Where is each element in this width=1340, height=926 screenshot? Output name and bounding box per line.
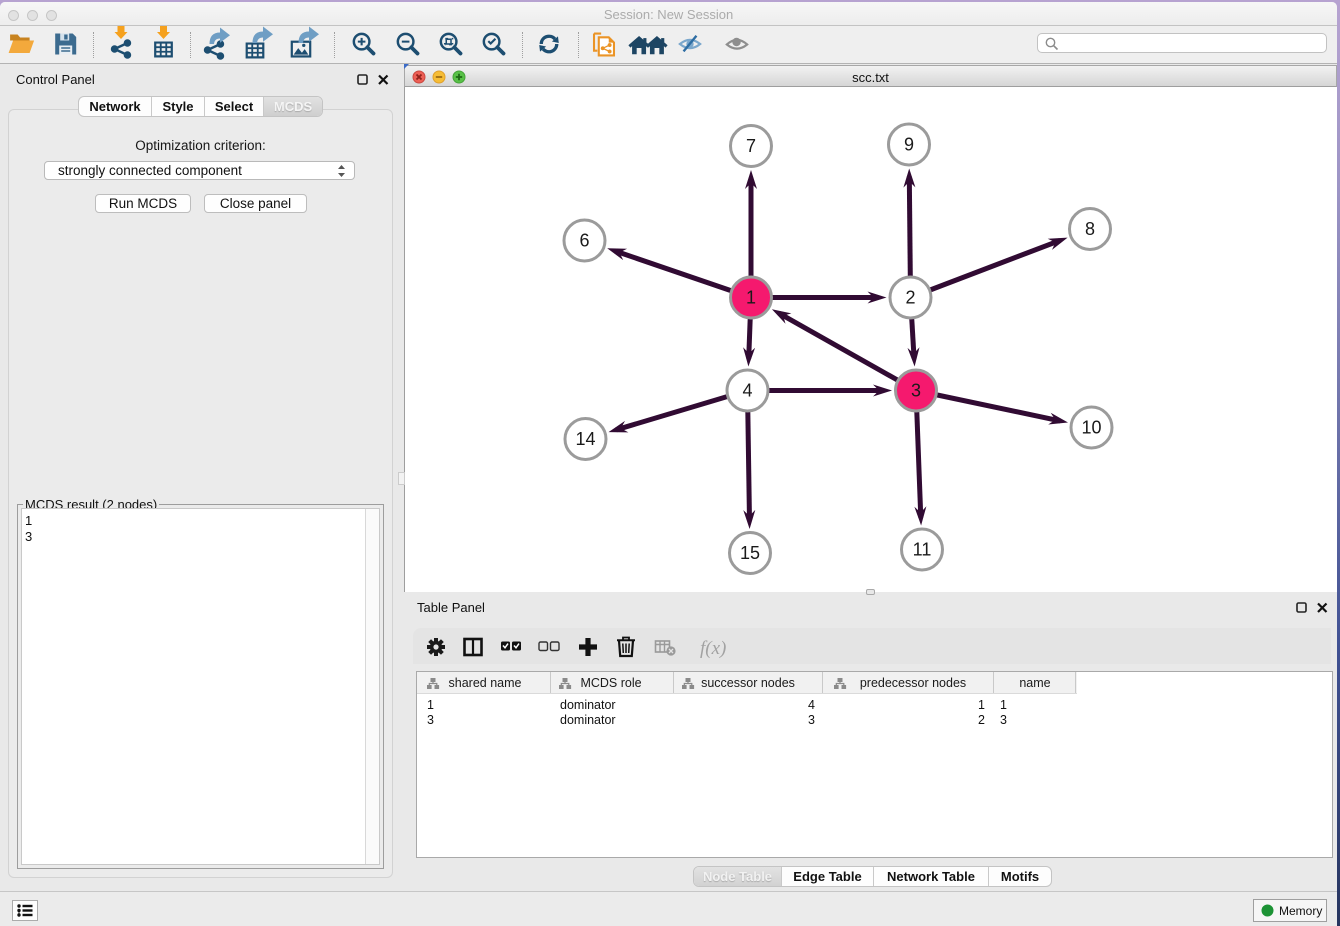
svg-text:15: 15 <box>740 543 760 563</box>
svg-text:MCDS role: MCDS role <box>580 676 641 690</box>
svg-text:9: 9 <box>904 135 914 155</box>
svg-text:11: 11 <box>913 540 932 560</box>
svg-text:3: 3 <box>911 381 921 401</box>
svg-text:7: 7 <box>746 136 756 156</box>
svg-text:10: 10 <box>1081 418 1101 438</box>
svg-text:shared name: shared name <box>449 676 522 690</box>
svg-text:8: 8 <box>1085 219 1095 239</box>
svg-text:name: name <box>1019 676 1050 690</box>
svg-text:successor nodes: successor nodes <box>701 676 795 690</box>
svg-text:14: 14 <box>575 429 595 449</box>
svg-text:f(x): f(x) <box>700 638 726 659</box>
svg-text:2: 2 <box>905 288 915 308</box>
svg-text:6: 6 <box>579 231 589 251</box>
svg-text:1: 1 <box>746 288 756 308</box>
svg-text:4: 4 <box>742 381 752 401</box>
svg-text:predecessor nodes: predecessor nodes <box>860 676 966 690</box>
